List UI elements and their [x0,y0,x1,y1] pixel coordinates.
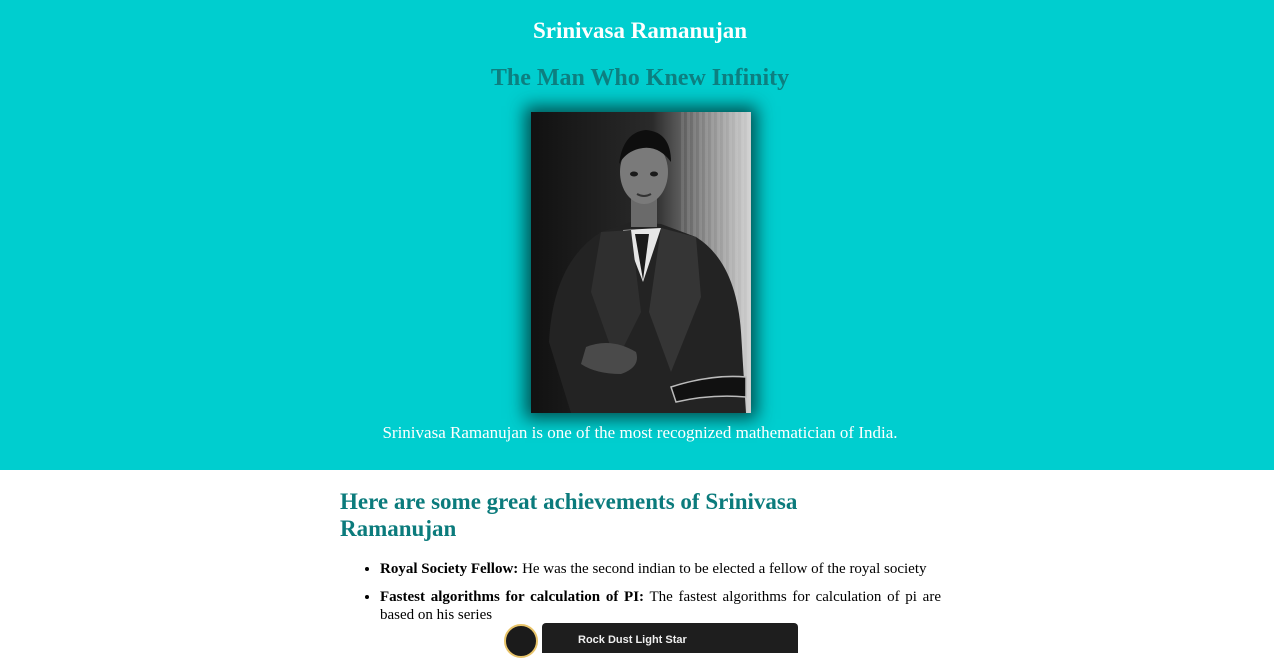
achievement-title: Fastest algorithms for calculation of PI… [380,589,645,605]
hero-caption: Srinivasa Ramanujan is one of the most r… [382,423,898,442]
page-subtitle: The Man Who Knew Infinity [490,65,790,91]
media-player-bar[interactable]: Rock Dust Light Star [542,623,798,653]
list-item: Fastest algorithms for calculation of PI… [380,588,941,624]
achievements-section: Here are some great achievements of Srin… [340,488,941,634]
media-track-title: Rock Dust Light Star [578,634,687,646]
page-title: Srinivasa Ramanujan [532,18,748,43]
achievement-title: Royal Society Fellow: [380,561,519,577]
album-art-icon[interactable] [504,624,538,658]
list-item: Royal Society Fellow: He was the second … [380,560,941,578]
hero-section: Srinivasa Ramanujan The Man Who Knew Inf… [0,0,1274,470]
achievement-text: He was the second indian to be elected a… [518,561,927,577]
achievements-heading: Here are some great achievements of Srin… [340,489,798,541]
achievements-list: Royal Society Fellow: He was the second … [340,560,941,624]
portrait-photo [531,112,751,413]
portrait-image [531,112,751,413]
